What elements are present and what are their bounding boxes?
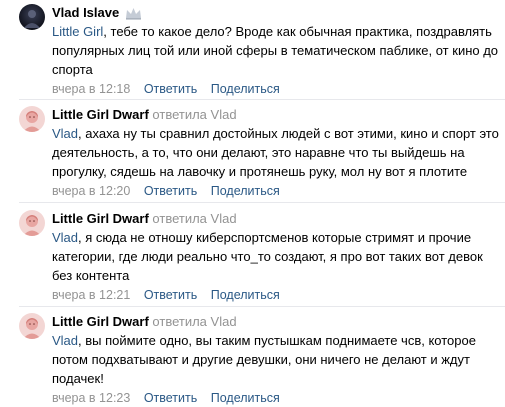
reply-to-link[interactable]: Vlad xyxy=(211,107,237,122)
comment-text: Vlad, ахаха ну ты сравнил достойных люде… xyxy=(52,126,499,179)
comment-time[interactable]: вчера в 12:18 xyxy=(52,82,130,96)
reply-to-link[interactable]: Vlad xyxy=(211,211,237,226)
author-name[interactable]: Vlad Islave xyxy=(52,5,119,20)
girl-avatar-icon xyxy=(19,210,45,236)
replied-label: ответила xyxy=(152,211,207,226)
dark-avatar-icon xyxy=(19,4,45,30)
avatar[interactable] xyxy=(19,210,45,236)
author-name[interactable]: Little Girl Dwarf xyxy=(52,314,149,329)
avatar[interactable] xyxy=(19,106,45,132)
author-name[interactable]: Little Girl Dwarf xyxy=(52,211,149,226)
reply-to-link[interactable]: Vlad xyxy=(211,314,237,329)
avatar[interactable] xyxy=(19,313,45,339)
divider xyxy=(19,99,505,100)
reply-button[interactable]: Ответить xyxy=(144,288,197,302)
comment-time[interactable]: вчера в 12:21 xyxy=(52,288,130,302)
reply-button[interactable]: Ответить xyxy=(144,184,197,198)
share-button[interactable]: Поделиться xyxy=(211,288,280,302)
mention-link[interactable]: Vlad xyxy=(52,230,78,245)
divider xyxy=(19,202,505,203)
author-name[interactable]: Little Girl Dwarf xyxy=(52,107,149,122)
comment-text: Vlad, вы поймите одно, вы таким пустышка… xyxy=(52,333,476,386)
reply-button[interactable]: Ответить xyxy=(144,391,197,405)
mention-link[interactable]: Little Girl xyxy=(52,24,103,39)
replied-label: ответила xyxy=(152,314,207,329)
reply-button[interactable]: Ответить xyxy=(144,82,197,96)
comment-time[interactable]: вчера в 12:23 xyxy=(52,391,130,405)
avatar[interactable] xyxy=(19,4,45,30)
mention-link[interactable]: Vlad xyxy=(52,333,78,348)
mention-link[interactable]: Vlad xyxy=(52,126,78,141)
replied-label: ответила xyxy=(152,107,207,122)
divider xyxy=(19,306,505,307)
share-button[interactable]: Поделиться xyxy=(211,184,280,198)
comment-text: Vlad, я сюда не отношу киберспортсменов … xyxy=(52,230,483,283)
girl-avatar-icon xyxy=(19,106,45,132)
comment-thread: Vlad Islave Little Girl, тебе то какое д… xyxy=(0,0,505,406)
girl-avatar-icon xyxy=(19,313,45,339)
comment-text: Little Girl, тебе то какое дело? Вроде к… xyxy=(52,24,499,77)
share-button[interactable]: Поделиться xyxy=(211,82,280,96)
share-button[interactable]: Поделиться xyxy=(211,391,280,405)
comment-time[interactable]: вчера в 12:20 xyxy=(52,184,130,198)
